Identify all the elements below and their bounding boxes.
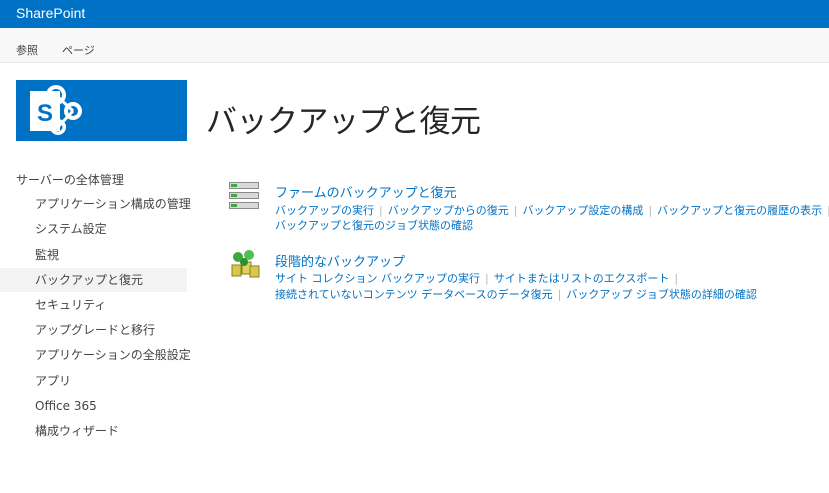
farm-backup-links-row-1: バックアップの実行 | バックアップからの復元 | バックアップ設定の構成 | バックアップ… [275, 204, 829, 217]
farm-backup-icon [229, 182, 259, 213]
svg-text:S: S [37, 100, 53, 127]
granular-backup-links-row-2: 接続されていないコンテンツ データベースのデータ復元 | バックアップ ジョブ状態の… [275, 288, 757, 301]
sharepoint-brand-link[interactable]: SharePoint [16, 5, 85, 21]
ribbon: 参照 ページ [0, 28, 829, 63]
quicklaunch-item-application-management[interactable]: アプリケーション構成の管理 [35, 192, 191, 216]
link-configure-backup-settings[interactable]: バックアップ設定の構成 [522, 204, 643, 217]
link-recover-unattached-db[interactable]: 接続されていないコンテンツ データベースのデータ復元 [275, 288, 553, 301]
tab-page[interactable]: ページ [62, 42, 95, 58]
link-check-job-status[interactable]: バックアップと復元のジョブ状態の確認 [275, 219, 473, 232]
link-export-site-or-list[interactable]: サイトまたはリストのエクスポート [494, 272, 670, 285]
section-title-farm-backup[interactable]: ファームのバックアップと復元 [275, 182, 457, 201]
quicklaunch-item-general-app-settings[interactable]: アプリケーションの全般設定 [35, 343, 191, 367]
tab-browse[interactable]: 参照 [16, 42, 38, 58]
section-title-granular-backup[interactable]: 段階的なバックアップ [275, 251, 405, 270]
quicklaunch-item-security[interactable]: セキュリティ [35, 293, 106, 317]
link-perform-site-collection-backup[interactable]: サイト コレクション バックアップの実行 [275, 272, 480, 285]
quicklaunch-item-system-settings[interactable]: システム設定 [35, 217, 107, 241]
quicklaunch-item-config-wizards[interactable]: 構成ウィザード [35, 419, 119, 443]
quicklaunch-item-office365[interactable]: Office 365 [35, 394, 97, 418]
sharepoint-logo-icon: S [30, 85, 82, 135]
quicklaunch-item-upgrade-migration[interactable]: アップグレードと移行 [35, 318, 155, 342]
granular-backup-icon [230, 249, 260, 283]
granular-backup-links-row-1: サイト コレクション バックアップの実行 | サイトまたはリストのエクスポート | [275, 272, 679, 285]
link-restore-from-backup[interactable]: バックアップからの復元 [388, 204, 509, 217]
farm-backup-links-row-2: バックアップと復元のジョブ状態の確認 [275, 217, 473, 233]
suite-bar: SharePoint [0, 0, 829, 28]
quicklaunch-header-central-admin[interactable]: サーバーの全体管理 [16, 168, 124, 192]
link-perform-backup[interactable]: バックアップの実行 [275, 204, 374, 217]
site-logo[interactable]: S [16, 80, 187, 141]
quicklaunch-item-backup-restore[interactable]: バックアップと復元 [0, 268, 187, 292]
quicklaunch-item-monitoring[interactable]: 監視 [35, 243, 59, 267]
page-title: バックアップと復元 [206, 104, 481, 140]
quicklaunch-item-apps[interactable]: アプリ [35, 369, 71, 393]
link-view-backup-history[interactable]: バックアップと復元の履歴の表示 [657, 204, 822, 217]
link-check-granular-job-status[interactable]: バックアップ ジョブ状態の詳細の確認 [566, 288, 757, 301]
